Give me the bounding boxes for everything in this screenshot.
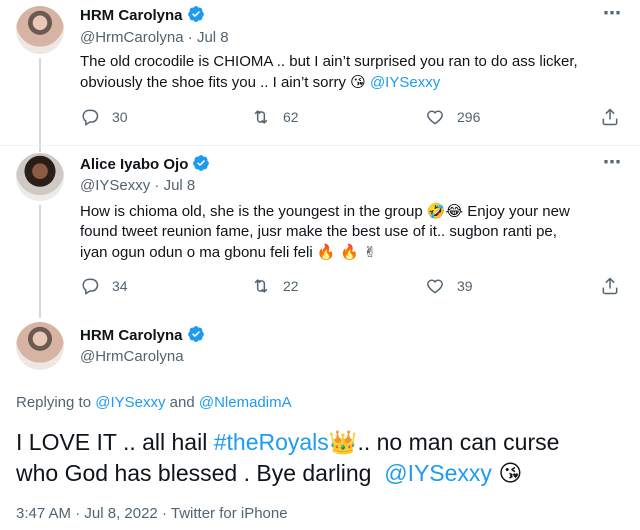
separator: ·: [75, 505, 81, 522]
author-name[interactable]: Alice Iyabo Ojo: [80, 154, 210, 173]
share-icon: [602, 277, 618, 295]
kiss-emoji: 😘: [498, 461, 523, 487]
thread-line: [39, 146, 41, 152]
heart-icon: [427, 110, 443, 125]
tweet-text: The old crocodile is CHIOMA .. but I ain…: [80, 52, 630, 93]
avatar[interactable]: [16, 6, 64, 54]
retweet-icon: [254, 279, 268, 293]
crown-emoji: 👑: [328, 430, 358, 456]
more-options-icon[interactable]: ⋯: [603, 3, 622, 24]
main-tweet: HRM Carolyna @HrmCarolyna Replying to @I…: [0, 310, 640, 530]
replying-to-and: and: [169, 394, 195, 411]
handle-text: @IYSexxy: [80, 177, 151, 194]
separator: ·: [161, 505, 167, 522]
heart-icon: [427, 279, 443, 294]
more-options-icon[interactable]: ⋯: [603, 152, 622, 173]
tweet-text-line: The old crocodile is CHIOMA .. but I ain…: [80, 53, 578, 70]
tweet-text-fragment: I LOVE IT .. all hail: [16, 429, 208, 455]
tweet-text-line: iyan ogun odun o ma gbonu feli feli 🔥 🔥 …: [80, 242, 630, 263]
author-handle[interactable]: @HrmCarolyna · Jul 8: [80, 29, 229, 46]
tweet-1[interactable]: HRM Carolyna @HrmCarolyna · Jul 8 ⋯ The …: [0, 0, 640, 150]
tweet-text-line: found tweet reunion fame, jusr make the …: [80, 223, 557, 240]
replying-to-label: Replying to: [16, 394, 92, 411]
author-name[interactable]: HRM Carolyna: [80, 5, 205, 24]
reply-icon: [82, 278, 99, 295]
retweet-button[interactable]: 22: [251, 276, 299, 296]
like-count: 39: [457, 278, 473, 294]
tweet-2[interactable]: Alice Iyabo Ojo @IYSexxy · Jul 8 ⋯ How i…: [0, 146, 640, 310]
thread-line: [39, 310, 41, 318]
tweet-text-line: I LOVE IT .. all hail #theRoyals👑.. no m…: [16, 427, 626, 458]
verified-badge-icon: [187, 6, 204, 22]
reply-icon: [82, 109, 99, 126]
reply-button[interactable]: 34: [80, 276, 128, 296]
tweet-date[interactable]: Jul 8: [197, 29, 229, 46]
thread-line: [39, 58, 41, 150]
tweet-actions: 30 62 296: [80, 107, 625, 129]
reply-button[interactable]: 30: [80, 107, 128, 127]
reply-count: 34: [112, 278, 128, 294]
tweet-text-line: How is chioma old, she is the youngest i…: [80, 201, 630, 222]
tweet-text: How is chioma old, she is the youngest i…: [80, 201, 630, 263]
handle-text: @HrmCarolyna: [80, 348, 184, 365]
kiss-emoji: 😘: [350, 73, 366, 91]
retweet-count: 62: [283, 109, 299, 125]
tweet-date[interactable]: Jul 8: [164, 177, 196, 194]
like-button[interactable]: 296: [425, 107, 480, 127]
main-tweet-text: I LOVE IT .. all hail #theRoyals👑.. no m…: [16, 427, 626, 489]
retweet-count: 22: [283, 278, 299, 294]
retweet-button[interactable]: 62: [251, 107, 299, 127]
like-button[interactable]: 39: [425, 276, 473, 296]
tweet-text-fragment: How is chioma old, she is the youngest i…: [80, 203, 423, 220]
hashtag-link[interactable]: #theRoyals: [214, 429, 329, 455]
mention-link[interactable]: @IYSexxy: [370, 74, 440, 91]
author-name-text: HRM Carolyna: [80, 327, 183, 344]
share-icon: [602, 108, 618, 126]
tweet-metadata: 3:47 AM · Jul 8, 2022 · Twitter for iPho…: [16, 505, 288, 522]
replying-to: Replying to @IYSexxy and @NlemadimA: [16, 394, 292, 411]
author-name-text: Alice Iyabo Ojo: [80, 156, 189, 173]
author-handle[interactable]: @HrmCarolyna: [80, 348, 184, 365]
fire-emoji: 🔥 🔥 ✌: [316, 243, 377, 261]
tweet-text-line: obviously the shoe fits you .. I ain’t s…: [80, 72, 630, 93]
avatar[interactable]: [16, 153, 64, 201]
tweet-text-fragment: iyan ogun odun o ma gbonu feli feli: [80, 244, 313, 261]
author-name-text: HRM Carolyna: [80, 7, 183, 24]
tweet-actions: 34 22 39: [80, 276, 625, 298]
tweet-full-date[interactable]: Jul 8, 2022: [84, 505, 157, 522]
reply-count: 30: [112, 109, 128, 125]
verified-badge-icon: [193, 155, 210, 171]
avatar[interactable]: [16, 322, 64, 370]
tweet-text-fragment: who God has blessed . Bye darling: [16, 460, 372, 486]
laughing-emoji: 🤣😂: [426, 202, 464, 220]
mention-link[interactable]: @IYSexxy: [95, 394, 165, 411]
retweet-icon: [254, 110, 268, 124]
tweet-time[interactable]: 3:47 AM: [16, 505, 71, 522]
tweet-source[interactable]: Twitter for iPhone: [171, 505, 288, 522]
share-button[interactable]: [600, 107, 632, 127]
verified-badge-icon: [187, 326, 204, 342]
tweet-text-fragment: Enjoy your new: [467, 203, 570, 220]
tweet-text-fragment: obviously the shoe fits you .. I ain’t s…: [80, 74, 346, 91]
tweet-text-line: who God has blessed . Bye darling @IYSex…: [16, 458, 626, 489]
handle-text: @HrmCarolyna: [80, 29, 184, 46]
tweet-text-fragment: .. no man can curse: [357, 429, 560, 455]
mention-link[interactable]: @IYSexxy: [384, 460, 492, 486]
like-count: 296: [457, 109, 481, 125]
share-button[interactable]: [600, 276, 632, 296]
mention-link[interactable]: @NlemadimA: [199, 394, 292, 411]
thread-line: [39, 205, 41, 310]
author-name[interactable]: HRM Carolyna: [80, 325, 205, 344]
author-handle[interactable]: @IYSexxy · Jul 8: [80, 177, 195, 194]
